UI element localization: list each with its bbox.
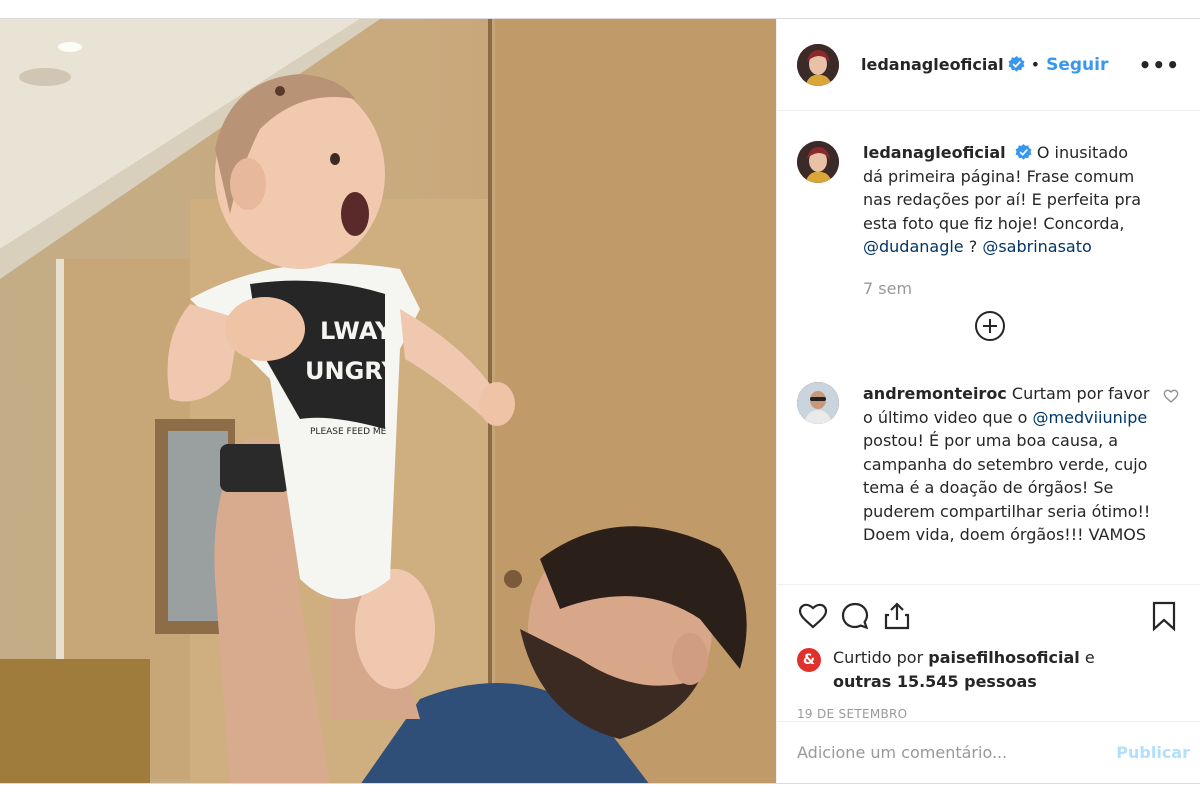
- caption-time[interactable]: 7 sem: [863, 277, 1153, 301]
- post-sidebar: ledanagleoficial • Seguir ••• ledanagleo…: [776, 19, 1200, 783]
- bookmark-icon[interactable]: [1148, 600, 1180, 632]
- likes-others-count[interactable]: outras 15.545 pessoas: [833, 672, 1037, 691]
- liker-username[interactable]: paisefilhosoficial: [928, 648, 1079, 667]
- comment-avatar[interactable]: [797, 382, 839, 424]
- liker-avatar[interactable]: &: [797, 648, 821, 672]
- post-photo[interactable]: LWAYS UNGRY PLEASE FEED ME: [0, 19, 776, 783]
- add-comment-bar: Publicar: [777, 721, 1200, 783]
- caption-separator: ?: [963, 237, 983, 256]
- likes-prefix: Curtido por: [833, 648, 924, 667]
- caption-avatar[interactable]: [797, 141, 839, 183]
- header-username[interactable]: ledanagleoficial: [861, 55, 1004, 74]
- like-comment-heart-icon[interactable]: [1163, 388, 1179, 404]
- action-bar: [777, 584, 1200, 646]
- caption: ledanagleoficial O inusitado dá primeira…: [797, 141, 1180, 300]
- post-date[interactable]: 19 DE SETEMBRO: [777, 693, 1200, 721]
- likes-connector: e: [1084, 648, 1095, 667]
- separator-dot: •: [1030, 55, 1041, 74]
- comment-username[interactable]: andremonteiroc: [863, 384, 1007, 403]
- comment-item: andremonteiroc Curtam por favor o último…: [797, 382, 1180, 547]
- share-upload-icon[interactable]: [881, 600, 913, 632]
- comment-text-part2: postou! É por uma boa causa, a campanha …: [863, 431, 1151, 544]
- shirt-text-line2: UNGRY: [305, 357, 399, 385]
- comment-body: andremonteiroc Curtam por favor o último…: [863, 382, 1153, 547]
- verified-badge-icon: [1008, 56, 1025, 72]
- photo-illustration: LWAYS UNGRY PLEASE FEED ME: [0, 19, 776, 783]
- instagram-post: LWAYS UNGRY PLEASE FEED ME ledanagleofic…: [0, 18, 1200, 784]
- caption-username[interactable]: ledanagleoficial: [863, 143, 1006, 162]
- likes-text: Curtido por paisefilhosoficial e outras …: [833, 646, 1095, 693]
- caption-body: ledanagleoficial O inusitado dá primeira…: [863, 141, 1153, 300]
- avatar[interactable]: [797, 43, 839, 86]
- follow-button[interactable]: Seguir: [1046, 55, 1108, 75]
- shirt-text-line1: LWAYS: [320, 317, 410, 345]
- caption-mention-sabrinasato[interactable]: @sabrinasato: [982, 237, 1091, 256]
- caption-mention-dudanagle[interactable]: @dudanagle: [863, 237, 964, 256]
- verified-badge-icon: [1015, 144, 1032, 160]
- publish-button[interactable]: Publicar: [1116, 743, 1190, 762]
- more-options-icon[interactable]: •••: [1139, 53, 1180, 77]
- avatar-image: [797, 43, 839, 86]
- comment-bubble-icon[interactable]: [839, 600, 871, 632]
- shirt-text-line3: PLEASE FEED ME: [310, 427, 387, 437]
- comment-mention[interactable]: @medviiunipe: [1033, 408, 1148, 427]
- comment-input[interactable]: [797, 743, 1117, 762]
- avatar-image: [797, 382, 839, 424]
- post-header: ledanagleoficial • Seguir •••: [777, 19, 1200, 111]
- comments-section[interactable]: ledanagleoficial O inusitado dá primeira…: [777, 111, 1200, 584]
- avatar-image: [797, 141, 839, 183]
- like-heart-icon[interactable]: [797, 600, 829, 632]
- plus-circle-icon[interactable]: [974, 310, 1006, 342]
- likes-summary: & Curtido por paisefilhosoficial e outra…: [777, 646, 1200, 693]
- load-more-comments: [797, 310, 1183, 342]
